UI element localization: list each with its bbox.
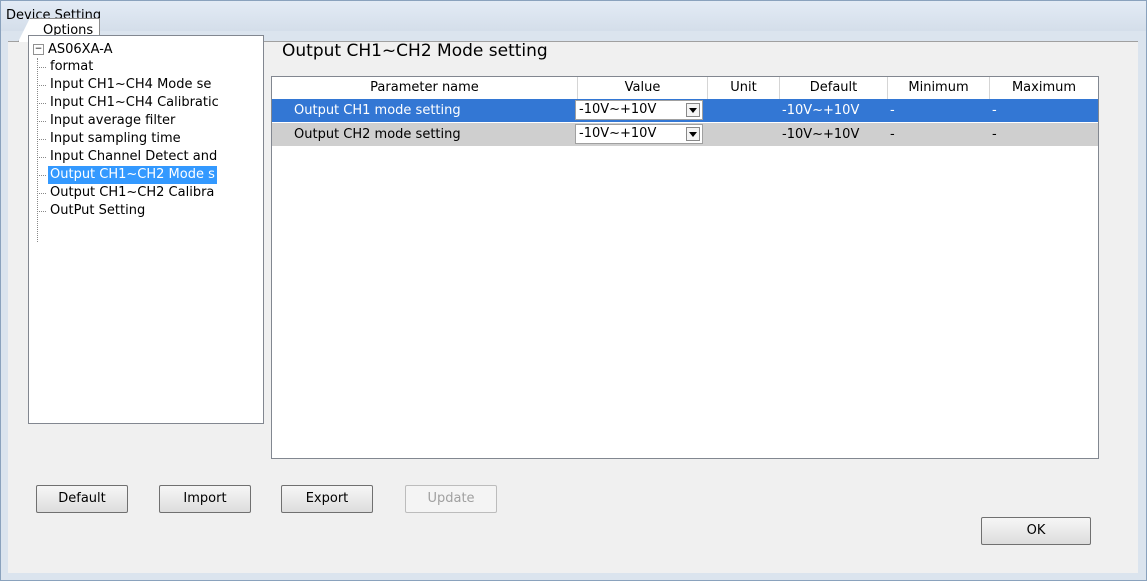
column-header-minimum[interactable]: Minimum [888, 77, 990, 99]
device-setting-window: Device Setting Options − AS06XA-A format … [0, 0, 1147, 581]
cell-maximum: - [992, 127, 997, 142]
default-button[interactable]: Default [36, 485, 128, 513]
update-button[interactable]: Update [405, 485, 497, 513]
cell-minimum: - [890, 127, 895, 142]
cell-minimum: - [890, 103, 895, 118]
import-button[interactable]: Import [159, 485, 251, 513]
cell-default: -10V~+10V [782, 103, 860, 118]
tree-root-label: AS06XA-A [48, 42, 113, 57]
value-dropdown-text: -10V~+10V [579, 102, 657, 117]
chevron-down-icon[interactable] [686, 127, 700, 141]
cell-default: -10V~+10V [782, 127, 860, 142]
tree-item-label: format [50, 59, 94, 74]
cell-maximum: - [992, 103, 997, 118]
column-header-default[interactable]: Default [780, 77, 888, 99]
tree-item-label: Input sampling time [50, 131, 181, 146]
column-header-parameter-name[interactable]: Parameter name [272, 77, 578, 99]
tree-item-label: OutPut Setting [50, 203, 146, 218]
cell-parameter-name: Output CH1 mode setting [294, 103, 461, 118]
column-header-value[interactable]: Value [578, 77, 708, 99]
column-header-unit[interactable]: Unit [708, 77, 780, 99]
tree-item-label: Input average filter [50, 113, 176, 128]
tree-item-label: Output CH1~CH2 Mode s [48, 166, 217, 184]
tree-item-label: Input CH1~CH4 Mode se [50, 77, 212, 92]
table-row[interactable]: Output CH1 mode setting -10V~+10V -10V~+… [272, 99, 1098, 122]
ok-button[interactable]: OK [981, 517, 1091, 545]
value-dropdown[interactable]: -10V~+10V [575, 124, 703, 144]
chevron-down-icon[interactable] [686, 103, 700, 117]
column-header-maximum[interactable]: Maximum [990, 77, 1098, 99]
tree-root[interactable]: − AS06XA-A [33, 42, 113, 58]
title-bar: Device Setting [1, 1, 1146, 31]
value-dropdown[interactable]: -10V~+10V [575, 100, 703, 120]
tree-item-label: Input CH1~CH4 Calibratic [50, 95, 219, 110]
settings-tree[interactable]: − AS06XA-A format Input CH1~CH4 Mode se I… [28, 35, 264, 424]
collapse-icon[interactable]: − [33, 44, 44, 55]
page-title: Output CH1~CH2 Mode setting [282, 41, 548, 61]
table-row[interactable]: Output CH2 mode setting -10V~+10V -10V~+… [272, 123, 1098, 146]
tree-item-label: Output CH1~CH2 Calibra [50, 185, 215, 200]
table-header: Parameter name Value Unit Default Minimu… [272, 77, 1098, 100]
tree-item-label: Input Channel Detect and [50, 149, 218, 164]
export-button[interactable]: Export [281, 485, 373, 513]
value-dropdown-text: -10V~+10V [579, 126, 657, 141]
cell-parameter-name: Output CH2 mode setting [294, 127, 461, 142]
parameter-table: Parameter name Value Unit Default Minimu… [271, 76, 1099, 459]
